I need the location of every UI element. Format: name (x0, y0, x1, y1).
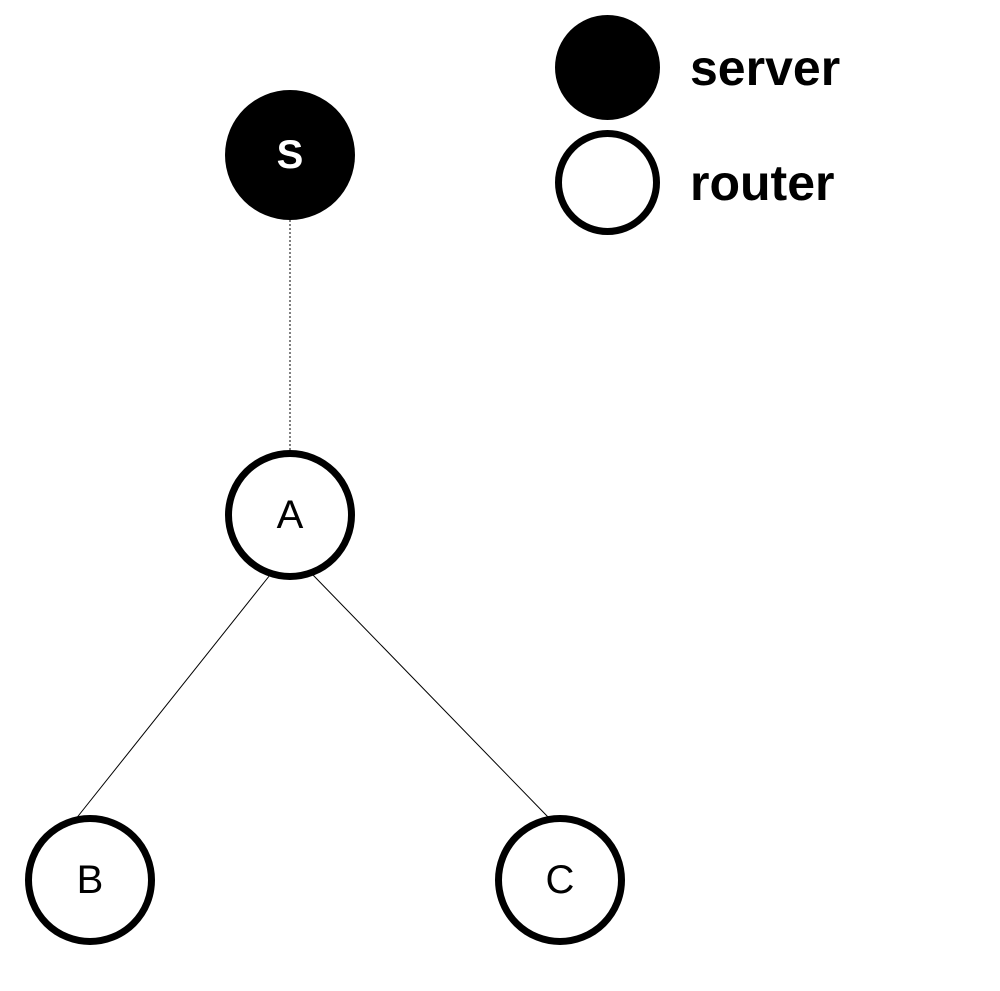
diagram-edges (0, 0, 1000, 991)
legend-item-router: router (555, 130, 840, 235)
node-s: S (225, 90, 355, 220)
node-b: B (25, 815, 155, 945)
legend-label-server: server (690, 39, 840, 97)
node-c: C (495, 815, 625, 945)
node-c-label: C (546, 858, 575, 903)
legend-label-router: router (690, 154, 834, 212)
node-s-label: S (277, 133, 304, 178)
legend: server router (555, 15, 840, 245)
node-a: A (225, 450, 355, 580)
router-icon (555, 130, 660, 235)
node-b-label: B (77, 858, 104, 903)
node-a-label: A (277, 493, 304, 538)
legend-item-server: server (555, 15, 840, 120)
edge-a-c (313, 575, 548, 817)
edge-a-b (75, 575, 270, 820)
server-icon (555, 15, 660, 120)
